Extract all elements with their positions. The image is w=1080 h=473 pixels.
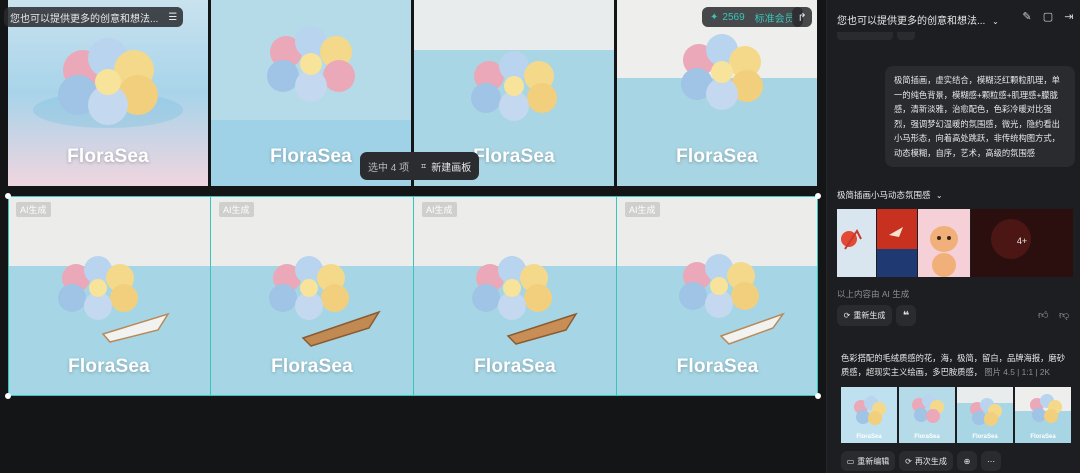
resize-handle[interactable] [815,193,821,199]
watermark: FloraSea [271,356,353,377]
user-prompt-bubble: 极简插画，虚实结合，模糊泛红颗粒肌理，单一的纯色背景，模糊感+颗粒感+肌理感+朦… [885,66,1075,167]
selection-toolbar: 选中 4 项 ⌗ 新建画板 [360,152,480,180]
share-button[interactable]: ↱ [792,7,812,27]
meta-resolution: 2K [1039,367,1051,377]
generate-again-label: 再次生成 [914,456,947,466]
prompt-chip[interactable]: 您也可以提供更多的创意和想法... ☰ [4,7,184,27]
regenerate-button[interactable]: ⟳ 重新生成 [837,305,892,326]
selection-divider [413,196,414,396]
result-image-3[interactable] [918,209,970,277]
generated-thumb-3[interactable]: FloraSea [957,387,1013,443]
generated-thumb-1[interactable]: FloraSea [841,387,897,443]
sparkle-icon: ✦ [710,11,719,23]
collapsed-chip [837,32,893,40]
brush-icon[interactable]: ✎ [1020,10,1034,24]
credits-chip[interactable]: ✦ 2569 标准会员 [702,7,803,27]
result-title-text: 极简插画小马动态氛围感 [837,190,931,200]
quote-icon: ❝ [902,310,910,322]
selection-divider [210,196,211,396]
edit-icon: ▭ [846,456,855,466]
share-icon: ↱ [797,11,807,24]
resize-handle[interactable] [815,393,821,399]
new-board-label: 新建画板 [431,162,472,174]
more-count: 4+ [1016,236,1028,246]
watermark: FloraSea [676,356,759,377]
chevron-down-icon: ⌄ [935,191,943,200]
flower-image-4[interactable]: FloraSea [617,0,817,186]
refresh-icon: ⟳ [905,456,912,466]
generate-again-button[interactable]: ⟳ 再次生成 [899,451,953,471]
thumb-watermark: FloraSea [856,434,882,440]
selection-count: 选中 4 项 [368,162,410,174]
generated-thumb-4[interactable]: FloraSea [1015,387,1071,443]
panel-title-text: 您也可以提供更多的创意和想法... [837,16,986,27]
watermark: FloraSea [474,356,556,377]
regenerate-label: 重新生成 [853,311,886,320]
meta-ratio: 1:1 [1021,367,1034,377]
result-title[interactable]: 极简插画小马动态氛围感 ⌄ [837,189,943,201]
ai-generated-tag: AI生成 [219,202,254,217]
resize-handle[interactable] [5,193,11,199]
prompt-chip-text: 您也可以提供更多的创意和想法... [10,13,159,25]
re-edit-button[interactable]: ▭ 重新编辑 [841,451,895,471]
thumb-watermark: FloraSea [914,434,940,440]
panel-title[interactable]: 您也可以提供更多的创意和想法... ⌄ [837,12,999,27]
thumb-watermark: FloraSea [972,434,998,440]
ai-generated-tag: AI生成 [625,202,660,217]
re-edit-label: 重新编辑 [857,456,890,466]
result-image-2[interactable] [877,209,917,277]
flower-boat-image-2[interactable]: AI生成 FloraSea [211,196,413,396]
target-icon: ⊕ [963,456,971,466]
cat-illustration [918,209,970,277]
ai-generated-tag: AI生成 [422,202,457,217]
flower-image-1[interactable]: FloraSea [8,0,208,186]
chat-icon[interactable]: ▢ [1041,10,1055,24]
watermark: FloraSea [68,356,150,377]
flower-boat-image-1[interactable]: AI生成 FloraSea [8,196,210,396]
thumb-watermark: FloraSea [1030,434,1056,440]
horse-illustration [877,209,917,277]
exit-icon[interactable]: ⇥ [1062,10,1076,24]
chat-panel: 您也可以提供更多的创意和想法... ⌄ ✎ ▢ ⇥ 极简插画，虚实结合，模糊泛红… [826,0,1080,473]
canvas-area[interactable]: FloraSea FloraSea FloraSea FloraSea AI生成… [0,0,826,473]
chevron-down-icon: ⌄ [992,17,999,26]
thumbs-up-icon[interactable]: 👍︎ [1038,309,1048,321]
watermark: FloraSea [676,146,758,167]
frame-icon: ⌗ [421,160,427,171]
result-image-1[interactable] [837,209,876,277]
resize-handle[interactable] [5,393,11,399]
flower-boat-image-3[interactable]: AI生成 FloraSea [414,196,616,396]
target-button[interactable]: ⊕ [957,451,977,471]
result-image-more[interactable]: 4+ [971,209,1073,277]
selection-divider [616,196,617,396]
new-board-button[interactable]: ⌗ 新建画板 [421,159,471,174]
horse-illustration [837,209,876,277]
credits-count: 2569 [722,11,745,23]
more-button[interactable]: ⋯ [981,451,1001,471]
quote-button[interactable]: ❝ [896,305,916,326]
thumbs-down-icon[interactable]: 👎︎ [1059,309,1069,321]
generation-prompt: 色彩搭配的毛绒质感的花，海，极简，留白，品牌海报，磨砂质感，超现实主义绘画，多巴… [841,351,1073,379]
ai-note: 以上内容由 AI 生成 [837,289,910,299]
collapsed-chip [897,32,915,40]
meta-type: 图片 4.5 [984,367,1015,377]
vip-label: 标准会员 [754,13,795,25]
flower-boat-image-4[interactable]: AI生成 FloraSea [617,196,818,396]
generated-thumb-2[interactable]: FloraSea [899,387,955,443]
watermark: FloraSea [67,146,149,167]
list-icon: ☰ [168,11,178,23]
ai-generated-tag: AI生成 [16,202,51,217]
more-icon: ⋯ [987,456,995,466]
refresh-icon: ⟳ [843,311,851,320]
